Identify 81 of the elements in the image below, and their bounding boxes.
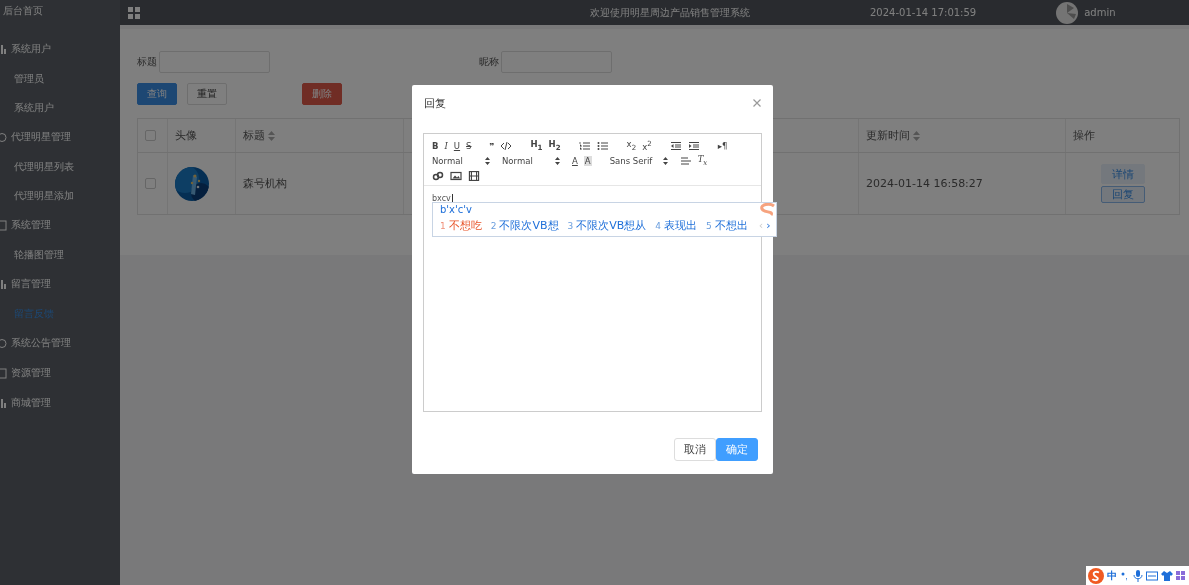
format-button[interactable]: ❞ bbox=[489, 140, 495, 151]
ime-composition: b'x'c'v bbox=[440, 204, 473, 217]
table-cell: 森号机构 bbox=[243, 176, 287, 191]
user-name[interactable]: admin bbox=[1084, 7, 1116, 18]
column-header: 操作 bbox=[1073, 128, 1095, 143]
current-datetime: 2024-01-14 17:01:59 bbox=[870, 7, 977, 18]
dialog-title: 回复 bbox=[424, 95, 446, 111]
sidebar-subitem[interactable]: 代理明星列表 bbox=[0, 152, 74, 181]
menu-item-icon bbox=[0, 131, 7, 143]
sidebar-item[interactable]: 后台首页 bbox=[0, 4, 120, 18]
column-header: 头像 bbox=[175, 128, 197, 143]
format-button[interactable]: S bbox=[466, 140, 472, 151]
keyboard-icon bbox=[1146, 569, 1158, 582]
delete-button[interactable]: 删除 bbox=[302, 83, 342, 105]
indent-icon[interactable] bbox=[687, 140, 700, 151]
table-cell: 2024-01-14 16:58:27 bbox=[866, 177, 983, 190]
stepper-icon bbox=[555, 156, 560, 165]
stepper-icon bbox=[662, 156, 668, 165]
format-button[interactable]: A bbox=[572, 155, 578, 166]
menu-item-icon bbox=[0, 367, 7, 379]
format-button[interactable]: H$_{2}$ bbox=[548, 138, 561, 153]
field-label: 标题 bbox=[137, 55, 158, 69]
apps-grid-icon bbox=[1176, 569, 1186, 582]
sidebar-subitem[interactable]: 代理明星添加 bbox=[0, 181, 74, 210]
sidebar-item[interactable]: 系统管理 bbox=[0, 210, 120, 240]
bullet-list-icon[interactable] bbox=[596, 140, 609, 151]
sidebar-item[interactable]: 系统用户 bbox=[0, 34, 120, 64]
video-icon[interactable] bbox=[468, 170, 480, 181]
link-icon[interactable] bbox=[432, 170, 444, 181]
format-button[interactable]: A bbox=[583, 155, 592, 166]
format-button[interactable]: B bbox=[432, 140, 439, 151]
input-mode-toggle[interactable]: 中 bbox=[1107, 568, 1117, 583]
menu-item-icon bbox=[0, 397, 7, 409]
code-icon[interactable] bbox=[500, 140, 513, 151]
sidebar-subitem[interactable]: 轮播图管理 bbox=[0, 240, 64, 269]
reset-button[interactable]: 重置 bbox=[187, 83, 227, 105]
stepper-icon bbox=[485, 156, 490, 165]
ime-candidate[interactable]: 5 不想出 bbox=[706, 218, 748, 233]
format-button[interactable]: U bbox=[453, 140, 461, 151]
sidebar-item[interactable]: 留言管理 bbox=[0, 269, 120, 299]
column-header: 标题 bbox=[243, 128, 265, 143]
format-picker[interactable]: Normal bbox=[432, 155, 496, 166]
menu-item-icon bbox=[0, 43, 7, 55]
row-checkbox[interactable] bbox=[145, 178, 156, 189]
format-button[interactable]: T$_{x}$ bbox=[697, 153, 708, 168]
next-page-button[interactable]: › bbox=[766, 219, 771, 232]
avatar-icon bbox=[1056, 1, 1079, 24]
outdent-icon[interactable] bbox=[669, 140, 682, 151]
format-button[interactable]: I bbox=[444, 140, 448, 151]
format-picker[interactable]: Normal bbox=[502, 155, 566, 166]
numbered-list-icon[interactable] bbox=[578, 140, 591, 151]
ime-candidate[interactable]: 3 不限次VB想从 bbox=[567, 218, 647, 233]
menu-item-icon bbox=[0, 278, 7, 290]
image-icon[interactable] bbox=[450, 170, 462, 181]
menu-item-icon bbox=[0, 337, 7, 349]
ime-candidate[interactable]: 2 不限次VB想 bbox=[490, 218, 559, 233]
field-label: 昵称 bbox=[479, 55, 500, 69]
format-picker[interactable]: Sans Serif bbox=[609, 155, 674, 166]
sidebar-subitem[interactable]: 系统用户 bbox=[0, 93, 54, 122]
close-icon[interactable] bbox=[753, 99, 761, 107]
ime-logo-icon bbox=[758, 203, 776, 217]
ime-candidate[interactable]: 4 表现出 bbox=[655, 218, 698, 233]
sidebar-item[interactable]: 代理明星管理 bbox=[0, 122, 120, 152]
sidebar-item[interactable]: 商城管理 bbox=[0, 388, 120, 418]
format-button[interactable]: x$^{2}$ bbox=[642, 139, 652, 152]
system-title: 欢迎使用明星周边产品销售管理系统 bbox=[589, 5, 751, 20]
format-button[interactable]: H$_{1}$ bbox=[530, 138, 543, 153]
format-button[interactable]: ▸¶ bbox=[717, 140, 728, 151]
confirm-button[interactable]: 确定 bbox=[716, 438, 758, 461]
sidebar-item[interactable]: 系统公告管理 bbox=[0, 328, 120, 358]
microphone-icon bbox=[1133, 569, 1143, 582]
sidebar-subitem[interactable]: 管理员 bbox=[0, 64, 44, 93]
cancel-button[interactable]: 取消 bbox=[674, 438, 716, 461]
ime-candidate[interactable]: 1 不想吃 bbox=[440, 218, 482, 233]
grid-menu-icon[interactable] bbox=[128, 6, 140, 19]
sidebar-item[interactable]: 资源管理 bbox=[0, 358, 120, 388]
select-all-checkbox[interactable] bbox=[145, 130, 156, 141]
menu-item-icon bbox=[0, 219, 7, 231]
format-button[interactable]: x$_{2}$ bbox=[626, 138, 637, 153]
column-header: 更新时间 bbox=[866, 128, 910, 143]
shirt-icon bbox=[1161, 569, 1173, 582]
